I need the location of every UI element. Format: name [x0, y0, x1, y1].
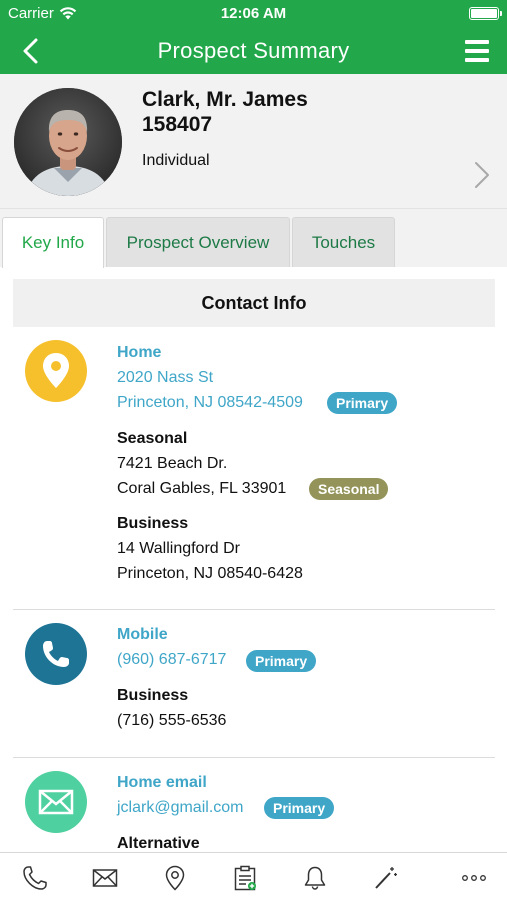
- divider: [13, 609, 495, 610]
- mail-icon[interactable]: [92, 865, 118, 891]
- prospect-type: Individual: [142, 152, 210, 169]
- primary-badge: Primary: [246, 650, 317, 672]
- tab-bar: Key Info Prospect Overview Touches: [0, 209, 507, 268]
- address-line2-home[interactable]: Princeton, NJ 08542-4509: [117, 394, 303, 412]
- phone-icon: [25, 623, 87, 685]
- email-label-alternative: Alternative: [117, 835, 200, 852]
- section-heading-contact-info: Contact Info: [13, 279, 495, 327]
- address-label-home: Home: [117, 344, 162, 361]
- envelope-icon: [25, 771, 87, 833]
- address-line2-seasonal: Coral Gables, FL 33901: [117, 480, 287, 497]
- avatar: [14, 88, 122, 196]
- phone-value-business: (716) 555-6536: [117, 712, 227, 729]
- location-pin-icon: [25, 340, 87, 402]
- page-title: Prospect Summary: [157, 38, 350, 63]
- primary-badge: Primary: [264, 797, 335, 819]
- magic-wand-icon[interactable]: [372, 865, 398, 891]
- battery-icon: [469, 7, 502, 20]
- email-value-home[interactable]: jclark@gmail.com: [117, 799, 243, 817]
- address-label-business: Business: [117, 515, 189, 532]
- person-photo-icon: [14, 88, 122, 196]
- location-pin-icon[interactable]: [162, 865, 188, 891]
- divider: [13, 757, 495, 758]
- address-line1-business: 14 Wallingford Dr: [117, 540, 241, 557]
- tab-prospect-overview[interactable]: Prospect Overview: [106, 217, 290, 267]
- address-line1-seasonal: 7421 Beach Dr.: [117, 455, 228, 472]
- phone-value-mobile[interactable]: (960) 687-6717: [117, 651, 226, 669]
- primary-badge: Primary: [327, 392, 398, 414]
- profile-header[interactable]: Clark, Mr. James 158407 Individual: [0, 74, 507, 209]
- status-bar: Carrier 12:06 AM: [0, 0, 507, 28]
- tab-touches[interactable]: Touches: [292, 217, 395, 267]
- phone-label-business: Business: [117, 687, 189, 704]
- nav-bar: Prospect Summary: [0, 28, 507, 74]
- status-time: 12:06 AM: [220, 5, 287, 22]
- address-label-seasonal: Seasonal: [117, 430, 188, 447]
- address-line1-home[interactable]: 2020 Nass St: [117, 369, 213, 387]
- clipboard-icon[interactable]: [232, 865, 258, 891]
- email-label-home: Home email: [117, 774, 207, 791]
- prospect-id: 158407: [142, 113, 213, 136]
- address-line2-business: Princeton, NJ 08540-6428: [117, 565, 303, 582]
- phone-label-mobile: Mobile: [117, 626, 168, 643]
- more-icon[interactable]: [461, 865, 487, 891]
- phone-icon[interactable]: [22, 865, 48, 891]
- hamburger-menu-icon[interactable]: [465, 40, 489, 62]
- tab-key-info[interactable]: Key Info: [2, 217, 104, 268]
- bottom-toolbar: [0, 852, 507, 900]
- bell-icon[interactable]: [302, 865, 328, 891]
- prospect-name: Clark, Mr. James: [142, 88, 308, 111]
- chevron-right-icon[interactable]: [471, 160, 493, 190]
- seasonal-badge: Seasonal: [309, 478, 389, 500]
